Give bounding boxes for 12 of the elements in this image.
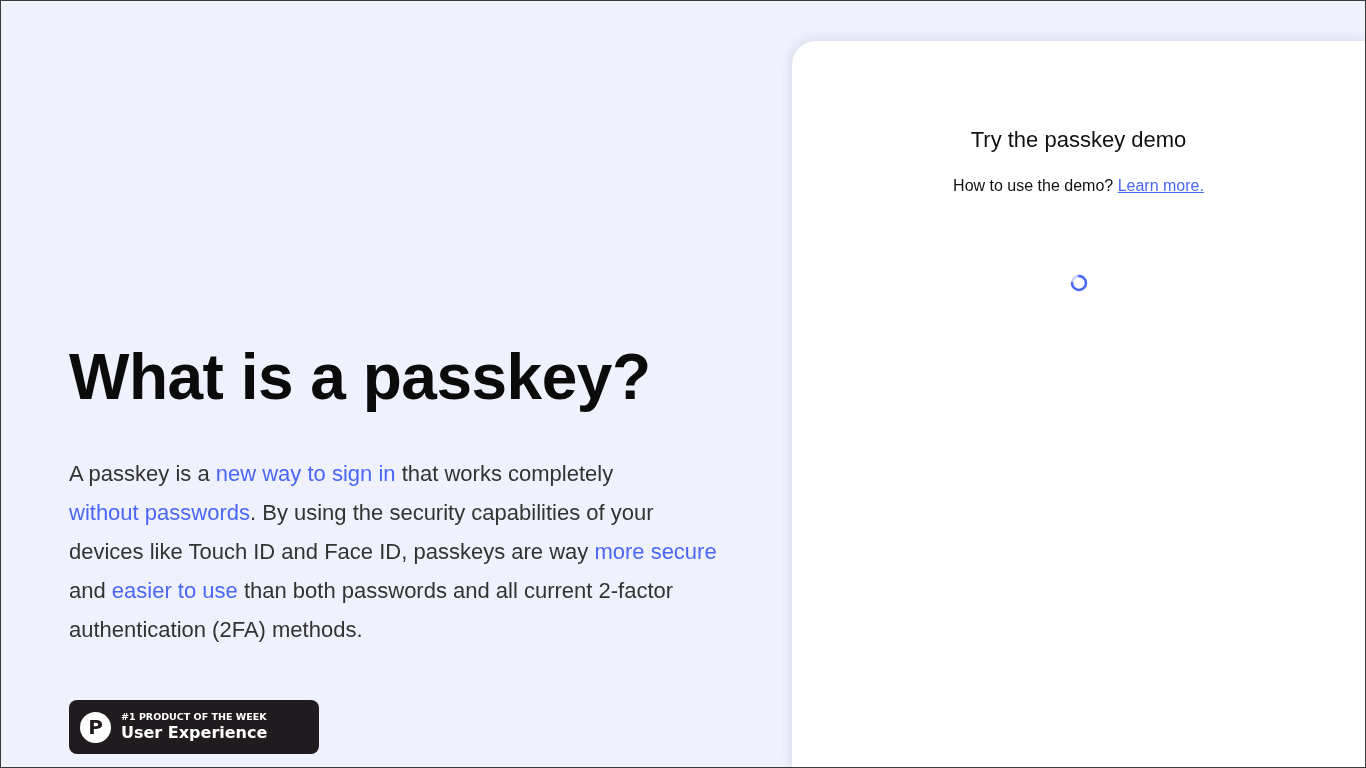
demo-title: Try the passkey demo xyxy=(970,126,1187,154)
text-link[interactable]: new way to sign in xyxy=(215,461,396,486)
text-link[interactable]: more secure xyxy=(594,539,717,564)
badge-eyebrow: #1 PRODUCT OF THE WEEK xyxy=(121,711,268,723)
learn-more-link[interactable]: Learn more. xyxy=(1117,177,1204,194)
demo-help-text: How to use the demo? Learn more. xyxy=(953,176,1204,196)
logo-icon: P xyxy=(80,711,111,743)
product-badge[interactable]: P #1 PRODUCT OF THE WEEK User Experience xyxy=(69,700,319,754)
intro-paragraph: A passkey is a new way to sign in that works completely without passwords. By using the security capabilities of your devices like Touch ID and Face ID, passkeys are way more secure and easier to use than both passwords and all current 2-factor authentication (2FA) methods. xyxy=(69,460,717,644)
badge-title: User Experience xyxy=(121,723,268,743)
text-link[interactable]: easier to use xyxy=(111,578,238,603)
text-link[interactable]: without passwords xyxy=(69,500,250,525)
